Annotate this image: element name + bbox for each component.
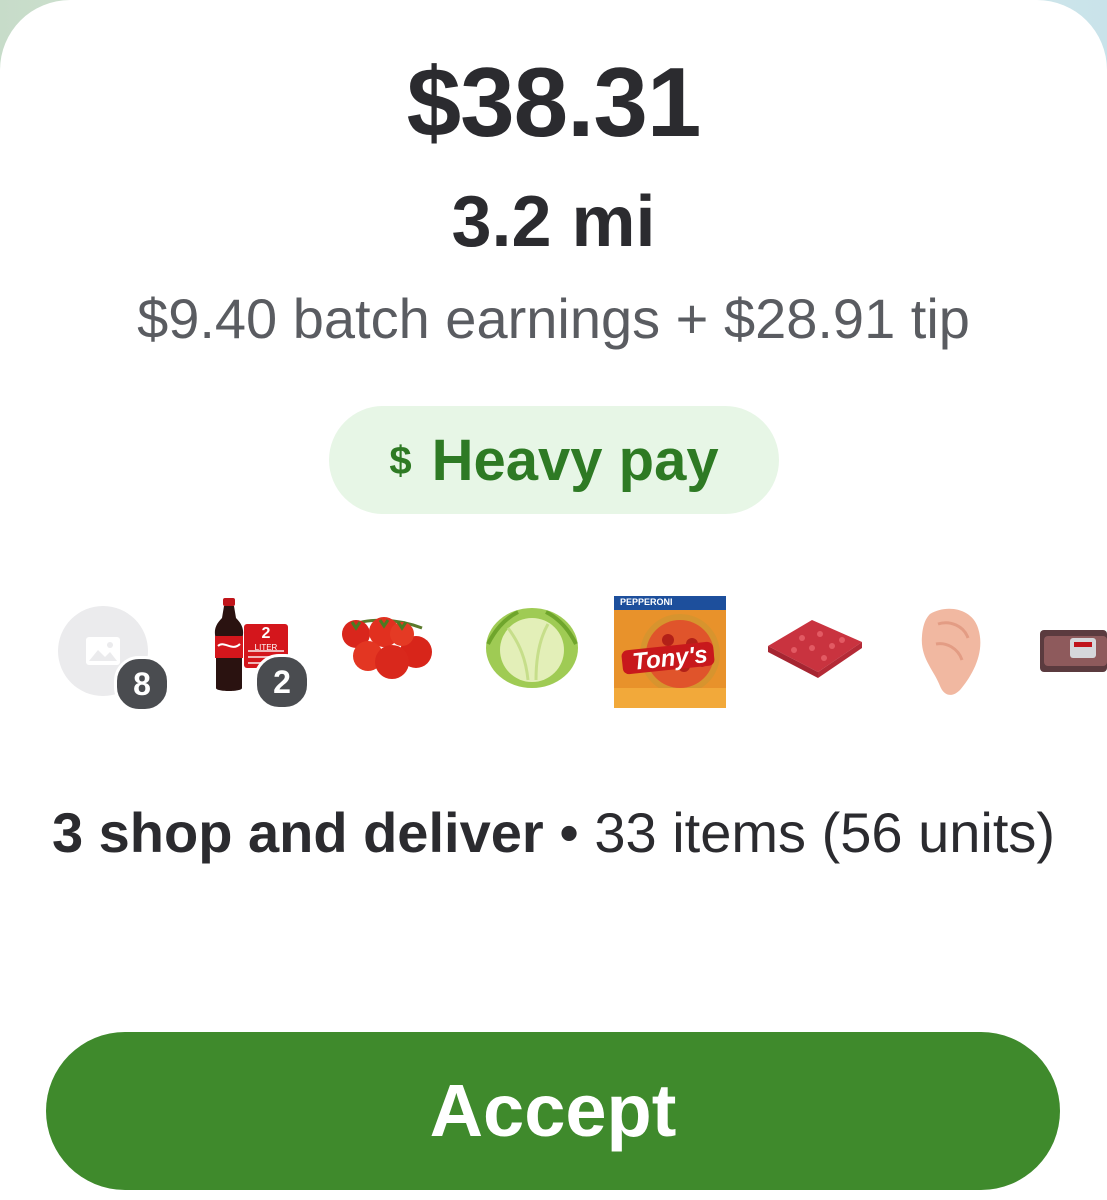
image-icon [86,637,120,665]
item-count-badge: 8 [114,656,170,712]
item-thumbnail-placeholder[interactable]: 8 [58,606,170,712]
heavy-pay-label: Heavy pay [431,427,719,493]
item-thumbnails[interactable]: 8 2 LITER 2 PEPPERONI Tony's [0,588,1107,728]
heavy-pay-badge: $ Heavy pay [329,406,779,514]
item-thumbnail-tomatoes[interactable] [336,610,440,690]
item-thumbnail-chicken[interactable] [916,604,986,696]
pizza-flavor-label: PEPPERONI [620,597,673,607]
chicken-breast-icon [921,608,981,695]
item-count-badge: 2 [254,654,310,710]
summary-separator: • [543,801,595,864]
batch-offer-card: $38.31 3.2 mi $9.40 batch earnings + $28… [0,0,1107,1200]
batch-type: 3 shop and deliver [51,801,544,864]
item-thumbnail-lettuce[interactable] [478,598,586,694]
item-thumbnail-coca-cola[interactable]: 2 LITER 2 [200,596,310,710]
earnings-breakdown: $9.40 batch earnings + $28.91 tip [137,287,970,350]
lettuce-icon [486,608,578,688]
item-thumbnail-pizza[interactable]: PEPPERONI Tony's [614,596,726,708]
item-thumbnail-packaged-meat[interactable] [1040,628,1107,674]
offer-distance: 3.2 mi [451,182,656,262]
accept-button[interactable]: Accept [46,1032,1060,1190]
item-count: 33 items (56 units) [594,801,1056,864]
ground-beef-icon [768,620,862,678]
item-thumbnail-ground-beef[interactable] [762,616,866,678]
dollar-icon: $ [389,438,412,483]
packaged-meat-icon [1040,630,1107,672]
bottle-unit-label: LITER [254,643,278,652]
bottle-size-label: 2 [261,625,271,642]
tomato-icon [342,617,432,679]
offer-total: $38.31 [406,47,702,157]
batch-summary: 3 shop and deliver • 33 items (56 units) [40,792,1067,874]
